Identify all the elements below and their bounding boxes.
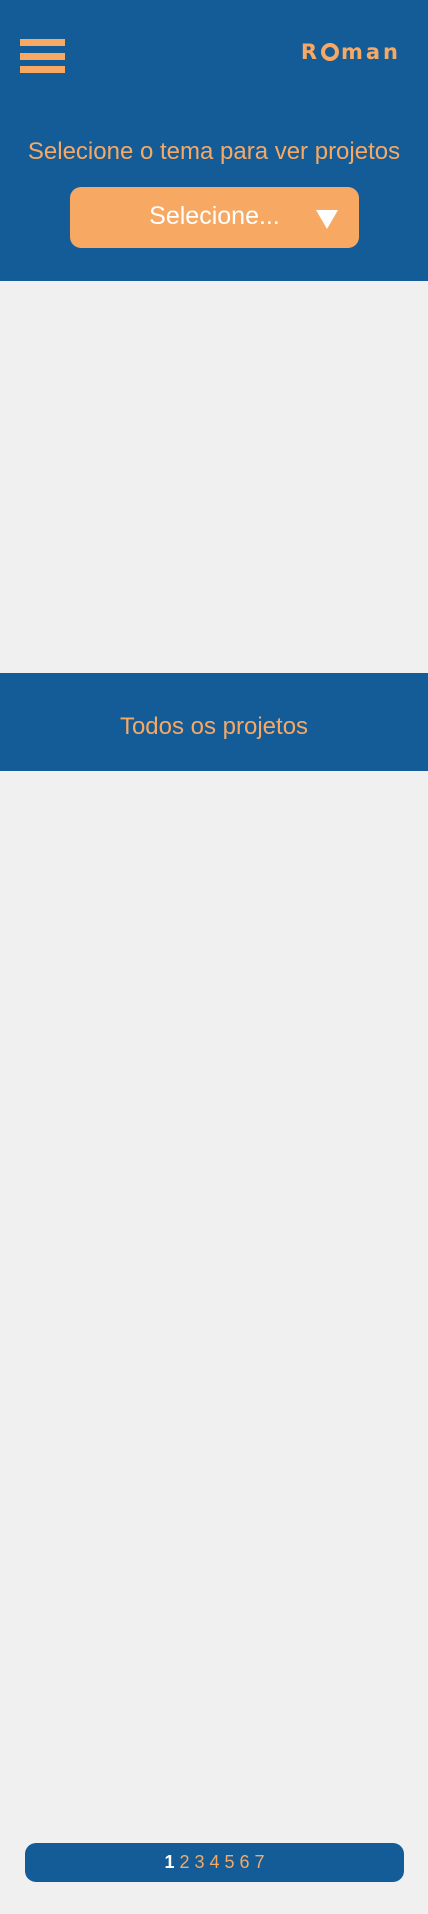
theme-prompt-heading: Selecione o tema para ver projetos [27, 138, 401, 165]
triangle-down-icon [316, 210, 338, 229]
header: R man Selecione o tema para ver projetos… [0, 0, 428, 281]
pagination: 1 2 3 4 5 6 7 [25, 1843, 404, 1882]
page-link-5[interactable]: 5 [225, 1852, 235, 1873]
logo-o-mark-icon [320, 43, 339, 61]
theme-select[interactable]: Selecione... [70, 187, 359, 248]
all-projects-band: Todos os projetos [0, 673, 428, 771]
page-link-6[interactable]: 6 [240, 1852, 250, 1873]
brand-logo[interactable]: R man [301, 40, 401, 64]
page-link-2[interactable]: 2 [179, 1852, 189, 1873]
menu-bar [20, 53, 65, 60]
page: R man Selecione o tema para ver projetos… [0, 0, 428, 1914]
page-link-7[interactable]: 7 [255, 1852, 265, 1873]
menu-bar [20, 39, 65, 46]
logo-text-end: man [340, 40, 401, 64]
hamburger-menu-icon[interactable] [20, 39, 65, 74]
menu-bar [20, 66, 65, 73]
page-link-4[interactable]: 4 [209, 1852, 219, 1873]
page-link-1[interactable]: 1 [164, 1852, 174, 1873]
all-projects-heading: Todos os projetos [119, 713, 309, 740]
page-link-3[interactable]: 3 [194, 1852, 204, 1873]
logo-text-start: R [300, 40, 320, 64]
